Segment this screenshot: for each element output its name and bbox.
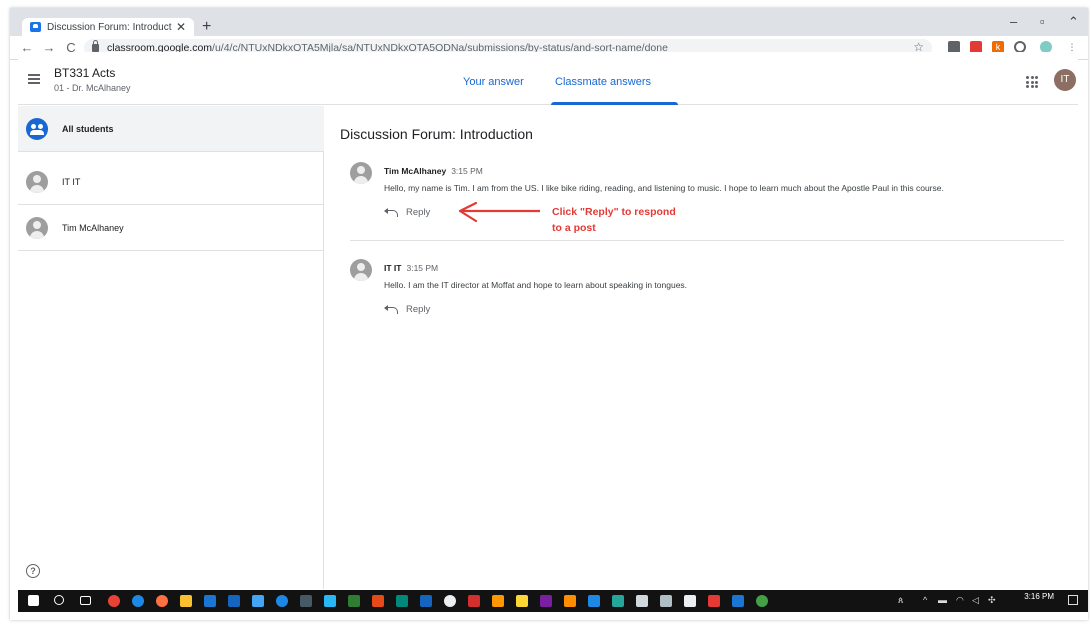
- person-icon: [26, 216, 48, 239]
- person-icon: [350, 259, 372, 281]
- course-title[interactable]: BT331 Acts: [54, 66, 115, 80]
- main-menu-icon[interactable]: [28, 74, 40, 84]
- avatar[interactable]: IT: [1054, 69, 1076, 91]
- app-icon[interactable]: [516, 595, 528, 607]
- post-author-name: IT IT: [384, 263, 402, 273]
- wifi-icon[interactable]: ◠: [956, 595, 964, 606]
- post-text: Hello. I am the IT director at Moffat an…: [384, 280, 688, 290]
- task-view-icon[interactable]: [80, 596, 91, 605]
- app-icon[interactable]: [708, 595, 720, 607]
- reply-button[interactable]: Reply: [384, 304, 430, 315]
- app-icon[interactable]: [756, 595, 768, 607]
- classroom-favicon-icon: [30, 22, 41, 32]
- course-subtitle: 01 - Dr. McAlhaney: [54, 83, 131, 93]
- post-author-name: Tim McAlhaney: [384, 166, 447, 176]
- people-icon[interactable]: ጰ: [898, 595, 903, 606]
- post-time: 3:15 PM: [406, 263, 439, 273]
- sidebar-item-it-it[interactable]: IT IT: [18, 159, 324, 205]
- tab-strip: Discussion Forum: Introduction ✕ + – ▫ ⌃: [10, 8, 1088, 36]
- app-icon[interactable]: [564, 595, 576, 607]
- app-icon[interactable]: [420, 595, 432, 607]
- post-divider: [350, 240, 1064, 241]
- powerpoint-icon[interactable]: [372, 595, 384, 607]
- notifications-icon[interactable]: [1068, 595, 1078, 605]
- tab-your-answer[interactable]: Your answer: [463, 76, 524, 88]
- maximize-icon[interactable]: ▫: [1040, 14, 1045, 29]
- app-icon[interactable]: [660, 595, 672, 607]
- battery-icon[interactable]: ▬: [938, 595, 947, 605]
- minimize-icon[interactable]: –: [1010, 14, 1017, 29]
- lock-icon: [92, 40, 99, 52]
- tab-classmate-answers[interactable]: Classmate answers: [555, 76, 651, 88]
- app-icon[interactable]: [612, 595, 624, 607]
- sidebar-item-label: Tim McAlhaney: [62, 222, 124, 233]
- group-icon: [26, 117, 48, 140]
- discussion-main: Discussion Forum: Introduction Tim McAlh…: [334, 106, 1078, 589]
- post-time: 3:15 PM: [451, 166, 483, 176]
- tab-title: Discussion Forum: Introduction: [47, 21, 172, 33]
- close-window-icon[interactable]: ⌃: [1068, 14, 1079, 30]
- person-icon: [350, 162, 372, 184]
- search-icon[interactable]: [54, 595, 64, 605]
- app-icon[interactable]: [300, 595, 312, 607]
- windows-taskbar: ጰ ^ ▬ ◠ ◁ ✣ 3:16 PM: [18, 590, 1088, 612]
- post-text: Hello, my name is Tim. I am from the US.…: [384, 183, 944, 193]
- post-author: IT IT 3:15 PM: [384, 263, 438, 273]
- classroom-header: BT331 Acts 01 - Dr. McAlhaney Your answe…: [18, 52, 1078, 105]
- reply-button[interactable]: Reply: [384, 207, 430, 218]
- close-tab-icon[interactable]: ✕: [176, 20, 186, 34]
- clock-time: 3:16 PM: [1024, 592, 1054, 601]
- taskbar-clock[interactable]: 3:16 PM: [1024, 592, 1054, 601]
- person-icon: [26, 170, 48, 193]
- mail-icon[interactable]: [204, 595, 216, 607]
- app-icon[interactable]: [396, 595, 408, 607]
- sidebar-item-all-students[interactable]: All students: [18, 106, 324, 152]
- excel-icon[interactable]: [348, 595, 360, 607]
- google-apps-icon[interactable]: [1026, 76, 1038, 88]
- app-icon[interactable]: [252, 595, 264, 607]
- calculator-icon[interactable]: [636, 595, 648, 607]
- app-icon[interactable]: [444, 595, 456, 607]
- new-tab-button[interactable]: +: [202, 19, 211, 35]
- reply-label: Reply: [406, 304, 431, 315]
- app-icon[interactable]: [324, 595, 336, 607]
- annotation-arrow-icon: [458, 202, 540, 223]
- edge-icon[interactable]: [132, 595, 144, 607]
- volume-icon[interactable]: ◁: [972, 595, 979, 606]
- firefox-icon[interactable]: [156, 595, 168, 607]
- store-icon[interactable]: [684, 595, 696, 607]
- reply-icon: [384, 305, 398, 315]
- page-title: Discussion Forum: Introduction: [340, 126, 533, 142]
- visual-studio-icon[interactable]: [540, 595, 552, 607]
- network-icon[interactable]: ✣: [988, 595, 996, 606]
- vlc-icon[interactable]: [492, 595, 504, 607]
- browser-tab[interactable]: Discussion Forum: Introduction ✕: [22, 18, 194, 36]
- post-author: Tim McAlhaney 3:15 PM: [384, 166, 483, 176]
- sidebar-item-label: All students: [62, 123, 114, 134]
- windows-start-icon[interactable]: [28, 595, 39, 606]
- tray-chevron-icon[interactable]: ^: [923, 595, 927, 605]
- acrobat-icon[interactable]: [468, 595, 480, 607]
- app-icon[interactable]: [588, 595, 600, 607]
- sidebar-item-label: IT IT: [62, 176, 81, 187]
- help-icon[interactable]: ?: [26, 564, 40, 578]
- file-explorer-icon[interactable]: [180, 595, 192, 607]
- word-icon[interactable]: [228, 595, 240, 607]
- reply-icon: [384, 208, 398, 218]
- active-tab-indicator: [551, 102, 678, 105]
- app-icon[interactable]: [276, 595, 288, 607]
- annotation-line-2: to a post: [552, 222, 596, 234]
- annotation-line-1: Click "Reply" to respond: [552, 206, 676, 218]
- reply-label: Reply: [406, 207, 431, 218]
- chrome-icon[interactable]: [108, 595, 120, 607]
- app-icon[interactable]: [732, 595, 744, 607]
- student-list-sidebar: All students IT IT Tim McAlhaney ?: [18, 106, 324, 589]
- reply-annotation: Click "Reply" to respond to a post: [552, 204, 712, 236]
- sidebar-item-tim-mcalhaney[interactable]: Tim McAlhaney: [18, 205, 324, 251]
